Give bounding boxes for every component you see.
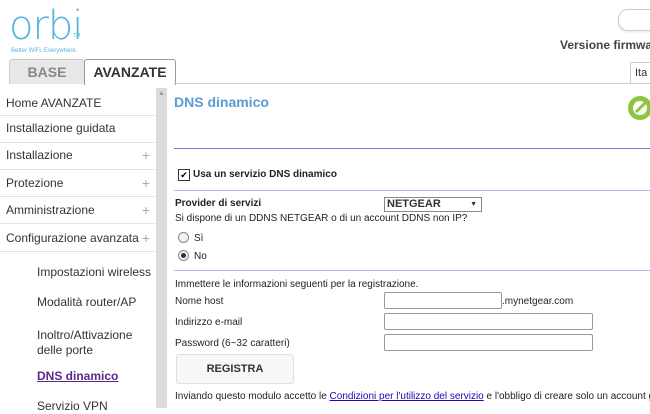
sidebar-subitem-impostazioni-wireless[interactable]: Impostazioni wireless (37, 265, 152, 280)
terms-prefix: Inviando questo modulo accetto le (175, 391, 330, 402)
radio-yes-label: Sì (194, 233, 204, 244)
tab-divider (174, 83, 650, 84)
use-ddns-checkbox[interactable]: ✔ (178, 169, 190, 181)
radio-no[interactable] (178, 250, 189, 261)
section-divider (174, 148, 650, 149)
host-suffix: .mynetgear.com (502, 296, 574, 307)
sidebar-item-label: Installazione (6, 148, 73, 162)
register-button[interactable]: REGISTRA (176, 354, 294, 384)
host-name-input[interactable] (384, 292, 502, 309)
section-divider (174, 190, 650, 191)
logo-text: orbi (9, 3, 83, 49)
email-label: Indirizzo e-mail (175, 317, 243, 328)
password-input[interactable] (384, 334, 593, 351)
expand-plus-icon[interactable]: + (142, 203, 150, 217)
sidebar-divider (0, 196, 155, 197)
sidebar-item-installazione[interactable]: Installazione + (6, 148, 152, 162)
sidebar-subitem-servizio-vpn[interactable]: Servizio VPN (37, 399, 152, 414)
logo-trademark: TM (73, 33, 81, 39)
radio-selected-dot (181, 253, 186, 258)
expand-plus-icon[interactable]: + (142, 148, 150, 162)
email-input[interactable] (384, 313, 593, 330)
sidebar-item-installazione-guidata[interactable]: Installazione guidata (6, 121, 152, 135)
orbi-logo: orbi TM Better WiFi. Everywhere. (9, 3, 83, 54)
sidebar-item-configurazione-avanzata[interactable]: Configurazione avanzata + (6, 231, 152, 245)
toggle-switch[interactable] (618, 9, 650, 31)
terms-link[interactable]: Condizioni per l'utilizzo del servizio (330, 391, 484, 402)
provider-select-value: NETGEAR (387, 198, 441, 210)
sidebar-scrollbar[interactable]: ▲ (156, 88, 167, 408)
expand-plus-icon[interactable]: + (142, 231, 150, 245)
help-icon[interactable] (627, 95, 650, 126)
sidebar-divider (0, 223, 155, 224)
sidebar-item-label: Home AVANZATE (6, 96, 102, 110)
password-label: Password (6~32 caratteri) (175, 338, 290, 349)
radio-no-label: No (194, 251, 207, 262)
use-ddns-label: Usa un servizio DNS dinamico (193, 169, 337, 180)
sidebar-item-label: Protezione (6, 176, 64, 190)
page-title: DNS dinamico (174, 94, 269, 110)
radio-yes[interactable] (178, 232, 189, 243)
dropdown-arrow-icon: ▼ (470, 201, 477, 208)
registration-info: Immettere le informazioni seguenti per l… (175, 279, 419, 290)
host-label: Nome host (175, 296, 224, 307)
section-divider (174, 270, 650, 271)
sidebar-item-label: Installazione guidata (6, 121, 116, 135)
tab-base[interactable]: BASE (9, 59, 85, 84)
sidebar: Home AVANZATE Installazione guidata Inst… (0, 88, 155, 413)
sidebar-item-label: Configurazione avanzata (6, 231, 139, 245)
ddns-account-question: Si dispone di un DDNS NETGEAR o di un ac… (175, 213, 468, 224)
terms-text: Inviando questo modulo accetto le Condiz… (175, 391, 650, 402)
sidebar-subitem-inoltro-porte[interactable]: Inoltro/Attivazione delle porte (37, 328, 152, 358)
provider-select[interactable]: NETGEAR ▼ (384, 197, 482, 212)
expand-plus-icon[interactable]: + (142, 176, 150, 190)
sidebar-item-amministrazione[interactable]: Amministrazione + (6, 203, 152, 217)
language-select[interactable]: Ita (630, 62, 650, 84)
terms-suffix: e l'obbligo di creare solo un account g (483, 391, 650, 402)
sidebar-divider (0, 142, 155, 143)
sidebar-divider (0, 251, 155, 252)
sidebar-item-label: Amministrazione (6, 203, 95, 217)
sidebar-subitem-modalita-router-ap[interactable]: Modalità router/AP (37, 295, 152, 310)
provider-label: Provider di servizi (175, 198, 262, 209)
logo-tagline: Better WiFi. Everywhere. (11, 48, 78, 54)
sidebar-divider (0, 169, 155, 170)
tab-avanzate[interactable]: AVANZATE (84, 59, 176, 85)
firmware-version-label: Versione firmwa (560, 38, 650, 52)
sidebar-item-home-avanzate[interactable]: Home AVANZATE (6, 96, 152, 110)
scroll-up-arrow-icon[interactable]: ▲ (156, 90, 167, 98)
sidebar-divider (0, 115, 155, 116)
sidebar-subitem-dns-dinamico[interactable]: DNS dinamico (37, 369, 152, 384)
sidebar-item-protezione[interactable]: Protezione + (6, 176, 152, 190)
